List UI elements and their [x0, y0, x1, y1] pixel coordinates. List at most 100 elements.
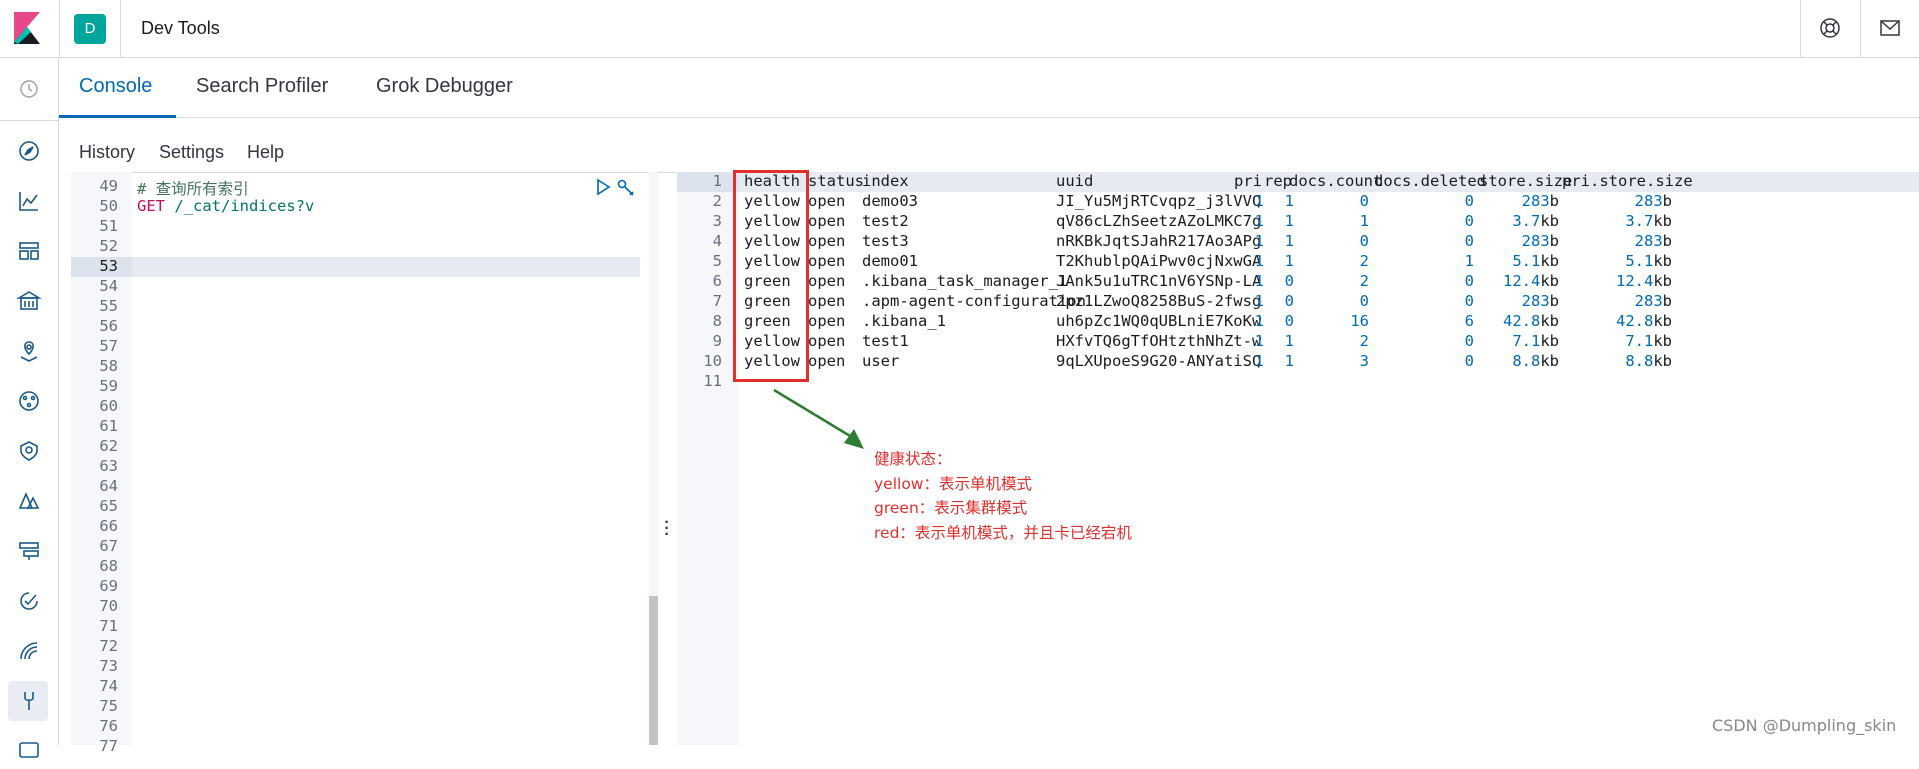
cell-docs-count: 2 [1359, 272, 1369, 290]
history-link[interactable]: History [79, 142, 135, 163]
mail-icon[interactable] [1878, 16, 1902, 40]
cell-pri-store.size: 283b [1634, 292, 1672, 310]
dashboard-icon[interactable] [16, 238, 42, 264]
header-divider [1800, 0, 1801, 58]
request-url: /_cat/indices?v [174, 197, 315, 215]
cell-status: open [808, 292, 846, 310]
tab-console[interactable]: Console [79, 75, 152, 98]
cell-pri: 1 [1254, 212, 1264, 230]
wrench-icon[interactable] [616, 178, 636, 202]
cell-docs-deleted: 0 [1464, 212, 1474, 230]
editor-scrollbar-thumb[interactable] [649, 596, 658, 745]
canvas-icon[interactable] [16, 288, 42, 314]
annotation-line: 健康状态： [874, 450, 952, 468]
help-link[interactable]: Help [247, 142, 284, 163]
cell-docs-count: 0 [1359, 232, 1369, 250]
editor-line-number: 65 [99, 497, 118, 515]
cell-pri-store.size: 12.4kb [1616, 272, 1672, 290]
top-header: D Dev Tools [0, 0, 1919, 58]
dev-tools-icon[interactable] [16, 688, 42, 714]
annotation-line: green：表示集群模式 [874, 499, 1028, 517]
column-header-docs-deleted: docs.deleted [1374, 172, 1486, 190]
help-icon[interactable] [1818, 16, 1842, 40]
rail-divider [0, 120, 59, 121]
cell-index: .kibana_1 [862, 312, 946, 330]
request-editor[interactable]: 49 50 51 52 53 54 55 56 57 58 59 60 61 62 63 64 65 66 67 68… [71, 172, 658, 755]
dev-tools-tabs: Console Search Profiler Grok Debugger [59, 58, 1919, 118]
output-line-number: 2 [712, 192, 722, 210]
run-request-icon[interactable] [594, 178, 612, 200]
column-header-docs-count: docs.count [1289, 172, 1383, 190]
kibana-logo[interactable] [14, 12, 44, 44]
cell-uuid: T2KhublpQAiPwv0cjNxwGA [1056, 252, 1262, 270]
cell-pri-store.size: 7.1kb [1625, 332, 1672, 350]
cell-docs-count: 2 [1359, 252, 1369, 270]
cell-pri-store.size: 283b [1634, 192, 1672, 210]
cell-status: open [808, 332, 846, 350]
maps-icon[interactable] [16, 338, 42, 364]
cell-uuid: 9qLXUpoeS9G20-ANYatiSQ [1056, 352, 1262, 370]
cell-docs-deleted: 1 [1464, 252, 1474, 270]
cell-store-size: 12.4kb [1503, 272, 1559, 290]
output-line-number: 4 [712, 232, 722, 250]
cell-pri: 1 [1254, 232, 1264, 250]
annotation-arrow [760, 385, 880, 460]
header-divider [120, 0, 121, 58]
apm-icon[interactable] [16, 538, 42, 564]
editor-line-number: 52 [99, 237, 118, 255]
output-line-number: 3 [712, 212, 722, 230]
cell-pri: 1 [1254, 332, 1264, 350]
editor-line-number: 73 [99, 657, 118, 675]
request-method: GET [137, 197, 165, 215]
cell-index: demo01 [862, 252, 918, 270]
column-header-pri-store.size: pri.store.size [1562, 172, 1693, 190]
cell-docs-count: 0 [1359, 292, 1369, 310]
cell-uuid: JI_Yu5MjRTCvqpz_j3lVVQ [1056, 192, 1262, 210]
editor-line-number: 51 [99, 217, 118, 235]
editor-line-number: 64 [99, 477, 118, 495]
cell-index: .apm-agent-configuration [862, 292, 1086, 310]
cell-docs-deleted: 0 [1464, 292, 1474, 310]
discover-icon[interactable] [16, 138, 42, 164]
editor-line-number: 56 [99, 317, 118, 335]
uptime-icon[interactable] [16, 588, 42, 614]
code-request-line: GET /_cat/indices?v [137, 197, 314, 215]
health-status-annotation: 健康状态： yellow：表示单机模式 green：表示集群模式 red：表示单… [874, 447, 1132, 545]
editor-line-number: 76 [99, 717, 118, 735]
management-icon[interactable] [16, 738, 42, 764]
cell-uuid: 2pz1LZwoQ8258BuS-2fwsg [1056, 292, 1262, 310]
editor-line-number: 53 [99, 257, 118, 275]
active-tab-indicator [59, 115, 176, 118]
monitoring-icon[interactable] [16, 638, 42, 664]
cell-docs-deleted: 0 [1464, 192, 1474, 210]
cell-pri: 1 [1254, 292, 1264, 310]
cell-status: open [808, 272, 846, 290]
cell-store-size: 3.7kb [1512, 212, 1559, 230]
editor-line-number: 69 [99, 577, 118, 595]
editor-line-number: 67 [99, 537, 118, 555]
tab-grok-debugger[interactable]: Grok Debugger [376, 75, 513, 98]
cell-uuid: qV86cLZhSeetzAZoLMKC7g [1056, 212, 1262, 230]
output-line-number: 9 [712, 332, 722, 350]
cell-status: open [808, 312, 846, 330]
column-header-store-size: store.size [1479, 172, 1573, 190]
cell-uuid: JAnk5u1uTRC1nV6YSNp-LA [1056, 272, 1262, 290]
editor-line-number: 74 [99, 677, 118, 695]
editor-line-number: 61 [99, 417, 118, 435]
tab-search-profiler[interactable]: Search Profiler [196, 75, 328, 98]
output-line-number: 5 [712, 252, 722, 270]
pane-resizer[interactable]: · · · [664, 515, 670, 543]
recent-icon[interactable] [16, 76, 42, 102]
visualize-icon[interactable] [16, 188, 42, 214]
cell-docs-deleted: 0 [1464, 272, 1474, 290]
cell-pri: 1 [1254, 192, 1264, 210]
cell-pri-store.size: 42.8kb [1616, 312, 1672, 330]
settings-link[interactable]: Settings [159, 142, 224, 163]
space-avatar[interactable]: D [74, 14, 106, 44]
cell-docs-deleted: 0 [1464, 332, 1474, 350]
editor-line-number: 77 [99, 737, 118, 755]
logs-icon[interactable] [16, 488, 42, 514]
ml-icon[interactable] [16, 388, 42, 414]
siem-icon[interactable] [16, 438, 42, 464]
cell-pri: 1 [1254, 272, 1264, 290]
